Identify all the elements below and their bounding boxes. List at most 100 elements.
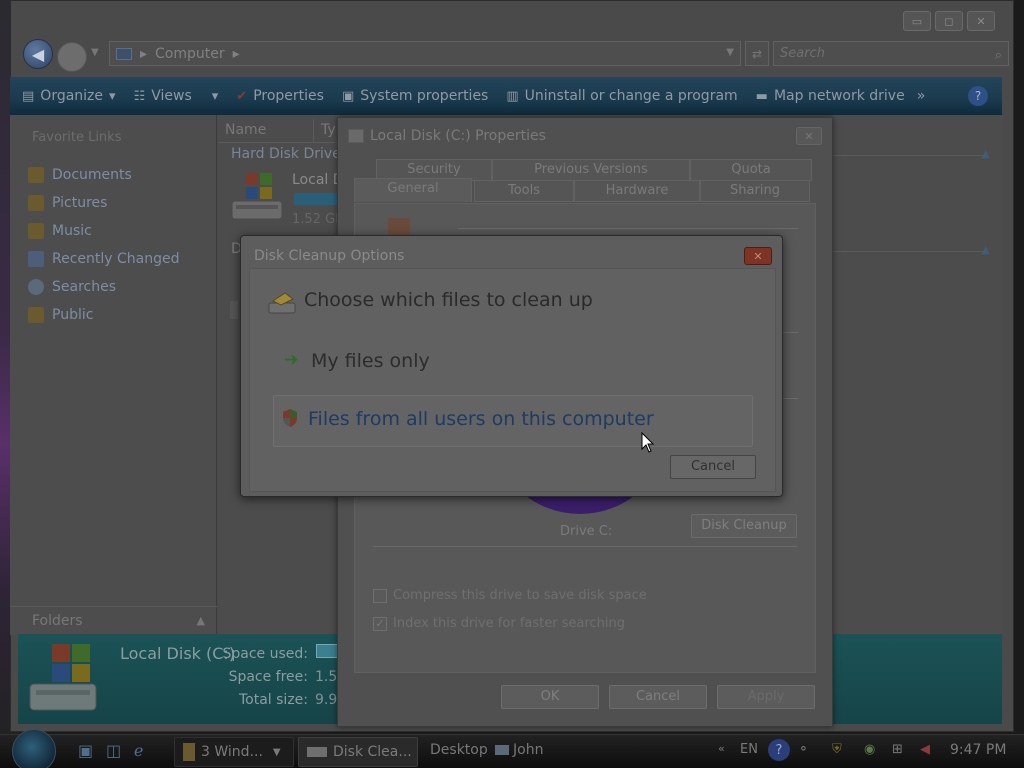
network-connection-icon[interactable]: ⊞ — [892, 742, 903, 757]
volume-muted-icon[interactable]: ◀ — [920, 742, 930, 757]
internet-explorer-icon[interactable]: ℯ — [134, 741, 143, 760]
dialog-close-button[interactable]: ✕ — [744, 247, 772, 265]
tab-sharing[interactable]: Sharing — [700, 180, 810, 202]
properties-close-button[interactable]: ✕ — [796, 127, 822, 145]
collapse-group-icon[interactable]: ▲ — [982, 243, 990, 256]
disk-cleanup-button[interactable]: Disk Cleanup — [691, 514, 797, 538]
dialog-cancel-button[interactable]: Cancel — [670, 455, 756, 479]
divider — [458, 228, 798, 229]
refresh-button[interactable]: ⇄ — [745, 41, 769, 66]
search-input[interactable]: Search ⌕ — [773, 41, 1009, 66]
compress-label: Compress this drive to save disk space — [393, 588, 647, 603]
user-toolbar[interactable]: John — [495, 742, 543, 758]
compress-checkbox[interactable] — [373, 588, 387, 603]
drive-icon — [348, 129, 364, 143]
drive-item-c[interactable]: Local D 1.52 GB — [228, 169, 348, 229]
views-button[interactable]: ☷ Views ▾ — [134, 88, 219, 104]
favorite-link-public[interactable]: Public — [28, 301, 180, 329]
taskbar-disk-cleanup-label: Disk Clea... — [333, 744, 412, 760]
map-network-drive-button[interactable]: ▬ Map network drive — [756, 88, 905, 104]
drive-name: Local D — [292, 172, 344, 188]
favorite-link-searches[interactable]: Searches — [28, 273, 180, 301]
option-all-users[interactable]: Files from all users on this computer — [308, 408, 654, 430]
navigation-pane: Favorite Links Documents Pictures Music … — [10, 115, 217, 635]
window-controls: ▭ ◻ ✕ — [903, 11, 995, 31]
index-checkbox[interactable]: ✓ — [373, 616, 387, 631]
address-location[interactable]: Computer — [155, 46, 225, 62]
help-icon[interactable]: ? — [968, 86, 988, 106]
options-icon[interactable]: ⚬ — [798, 742, 809, 757]
security-shield-icon[interactable]: ⛨ — [832, 742, 842, 757]
compress-drive-option[interactable]: Compress this drive to save disk space — [373, 588, 647, 603]
favorite-link-recently-changed[interactable]: Recently Changed — [28, 245, 180, 273]
help-icon[interactable]: ? — [768, 739, 790, 761]
switch-windows-icon[interactable]: ◫ — [106, 741, 121, 760]
space-used-label: Space used: — [222, 646, 309, 662]
tab-row-bottom: General Tools Hardware Sharing — [354, 178, 816, 202]
group-hard-disk-drives[interactable]: Hard Disk Drives — [231, 146, 348, 162]
chevron-down-icon: ▼ — [272, 746, 281, 758]
total-size-label: Total size: — [238, 692, 308, 708]
uninstall-program-button[interactable]: ▥ Uninstall or change a program — [506, 88, 737, 104]
tab-quota[interactable]: Quota — [690, 159, 812, 181]
organize-button[interactable]: ▤ Organize ▾ — [22, 88, 116, 104]
option-my-files-only[interactable]: My files only — [311, 350, 430, 372]
hard-drive-windows-icon — [231, 173, 283, 220]
chevron-left-icon[interactable]: « — [718, 742, 725, 755]
more-commands-button[interactable]: » — [917, 88, 926, 104]
uninstall-icon: ▥ — [506, 88, 519, 104]
favorite-links-heading: Favorite Links — [32, 130, 122, 145]
ok-button[interactable]: OK — [501, 685, 599, 709]
chevron-up-icon: ▲ — [196, 614, 205, 627]
system-properties-label: System properties — [360, 88, 489, 104]
start-button[interactable] — [12, 729, 56, 768]
forward-button[interactable] — [57, 42, 87, 72]
close-button[interactable]: ✕ — [967, 11, 995, 31]
favorite-link-music[interactable]: Music — [28, 217, 180, 245]
language-indicator[interactable]: EN — [740, 742, 758, 757]
map-drive-label: Map network drive — [773, 88, 905, 104]
chevron-down-icon: ▾ — [109, 88, 116, 104]
address-separator-2[interactable]: ▸ — [233, 46, 240, 62]
tab-general[interactable]: General — [354, 178, 472, 202]
divider — [373, 546, 797, 547]
maximize-button[interactable]: ◻ — [935, 11, 963, 31]
searches-icon — [28, 279, 44, 295]
column-header-name[interactable]: Name — [218, 119, 314, 142]
folders-toggle[interactable]: Folders ▲ — [10, 606, 217, 634]
organize-label: Organize — [40, 88, 104, 104]
network-icon[interactable]: ◉ — [864, 742, 875, 757]
collapse-group-icon[interactable]: ▲ — [982, 147, 990, 160]
taskbar-disk-cleanup[interactable]: Disk Clea... — [298, 737, 418, 767]
address-field[interactable]: ▸ Computer ▸ ▼ — [109, 41, 741, 66]
clock[interactable]: 9:47 PM — [950, 742, 1006, 758]
uninstall-label: Uninstall or change a program — [524, 88, 738, 104]
system-properties-button[interactable]: ▣ System properties — [342, 88, 488, 104]
tab-tools[interactable]: Tools — [474, 180, 574, 202]
apply-button[interactable]: Apply — [717, 685, 815, 709]
favorite-link-pictures[interactable]: Pictures — [28, 189, 180, 217]
dialog-heading: Choose which files to clean up — [304, 289, 593, 311]
space-used-bar — [316, 644, 338, 658]
address-dropdown-icon[interactable]: ▼ — [726, 47, 734, 58]
folder-icon — [183, 743, 195, 761]
disk-cleanup-icon — [307, 747, 327, 757]
tab-hardware[interactable]: Hardware — [574, 180, 700, 202]
minimize-button[interactable]: ▭ — [903, 11, 931, 31]
drive-label: Drive C: — [560, 524, 613, 539]
cancel-button[interactable]: Cancel — [609, 685, 707, 709]
optical-drive-icon[interactable] — [230, 301, 238, 319]
recent-pages-dropdown[interactable]: ▼ — [91, 47, 99, 58]
column-headers: Name Ty — [218, 119, 348, 143]
index-drive-option[interactable]: ✓ Index this drive for faster searching — [373, 616, 625, 631]
back-button[interactable]: ◀ — [23, 39, 53, 69]
taskbar-explorer-group[interactable]: 3 Wind... ▼ — [174, 737, 294, 767]
properties-button[interactable]: ✔ Properties — [236, 88, 324, 104]
show-desktop-icon[interactable]: ▣ — [78, 741, 93, 760]
desktop-toolbar-label[interactable]: Desktop — [430, 742, 488, 758]
search-icon[interactable]: ⌕ — [995, 44, 1002, 67]
disk-cleanup-icon — [268, 292, 296, 314]
tab-previous-versions[interactable]: Previous Versions — [492, 159, 690, 181]
favorite-link-documents[interactable]: Documents — [28, 161, 180, 189]
properties-title: Local Disk (C:) Properties — [370, 128, 546, 144]
